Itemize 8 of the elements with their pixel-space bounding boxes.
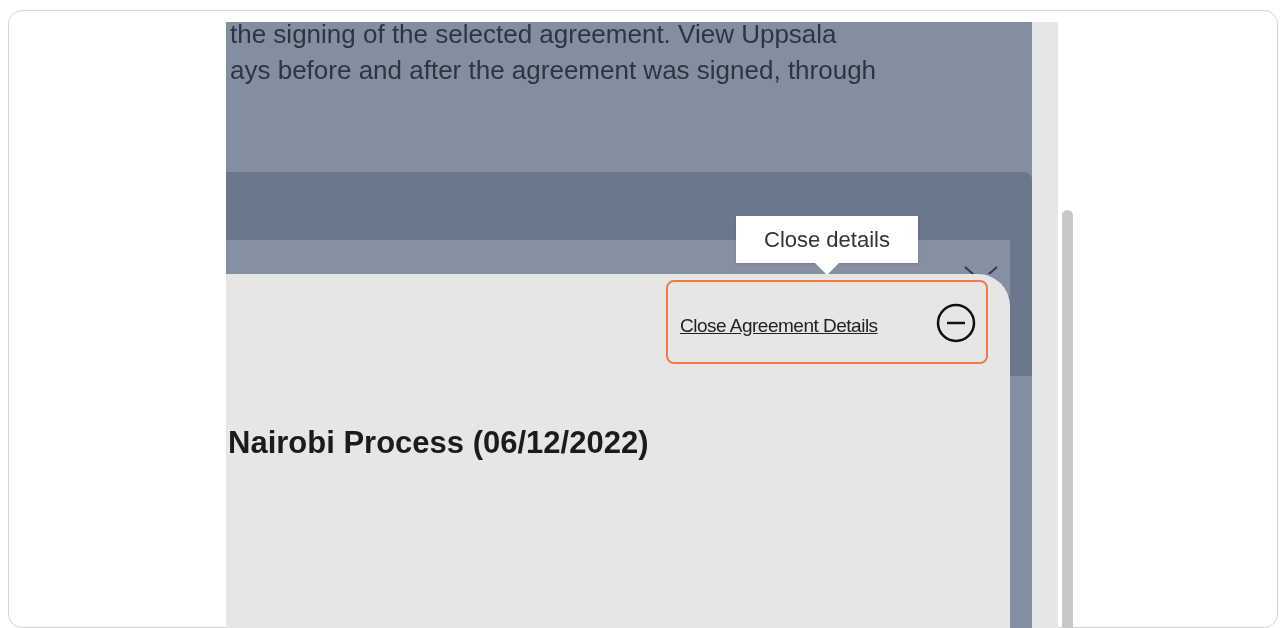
minus-circle-icon[interactable]: [936, 303, 976, 343]
chevron-down-icon[interactable]: [964, 266, 998, 274]
close-details-link[interactable]: Close Agreement Details: [680, 312, 878, 341]
agreement-title: Nairobi Process (06/12/2022): [228, 424, 649, 462]
description-text: the signing of the selected agreement. View Uppsala: [230, 18, 838, 51]
description-text: ays before and after the agreement was signed, through: [230, 54, 877, 87]
tooltip: Close details: [736, 216, 918, 276]
scrollbar-thumb[interactable]: [1062, 210, 1073, 628]
